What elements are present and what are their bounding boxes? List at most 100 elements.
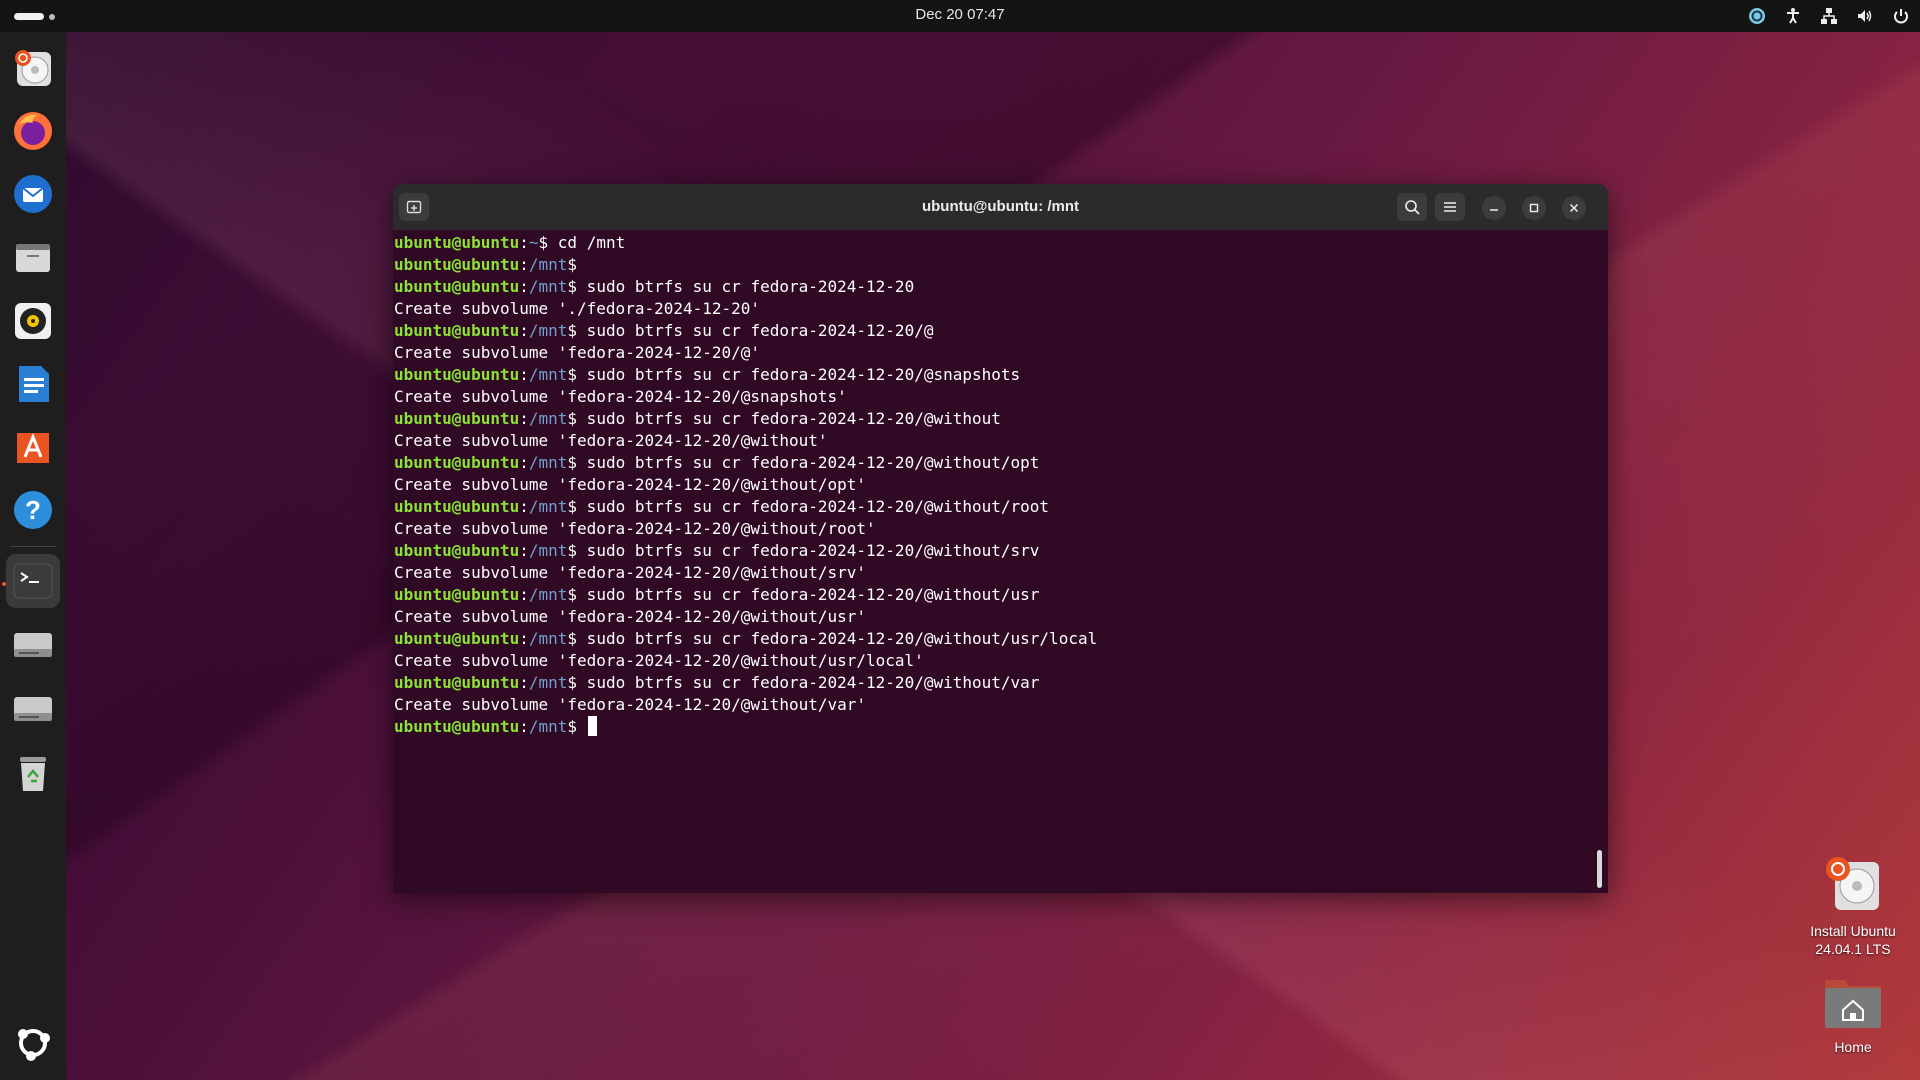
prompt-path: /mnt (528, 717, 568, 736)
terminal-output-line: Create subvolume 'fedora-2024-12-20/@wit… (394, 563, 867, 582)
prompt-path: /mnt (528, 497, 568, 516)
command-text: sudo btrfs su cr fedora-2024-12-20 (577, 277, 915, 296)
libreoffice-writer-icon[interactable] (6, 357, 60, 411)
terminal-prompt-line: ubuntu@ubuntu:/mnt$ (394, 255, 578, 274)
ubuntu-update-icon[interactable] (1748, 7, 1766, 25)
help-icon[interactable]: ? (6, 483, 60, 537)
dock: ? (0, 32, 66, 1080)
menu-button[interactable] (1435, 193, 1465, 221)
search-button[interactable] (1397, 193, 1427, 221)
command-text: sudo btrfs su cr fedora-2024-12-20/@snap… (577, 365, 1021, 384)
install-ubuntu-dock-icon[interactable] (6, 41, 60, 95)
show-apps-icon[interactable] (6, 1016, 60, 1070)
prompt-path: /mnt (528, 409, 568, 428)
hamburger-icon (1444, 202, 1456, 212)
terminal-prompt-line: ubuntu@ubuntu:/mnt$ sudo btrfs su cr fed… (394, 629, 1098, 648)
volume-icon[interactable] (1856, 7, 1874, 25)
app-center-icon[interactable] (6, 420, 60, 474)
terminal-output-line: Create subvolume 'fedora-2024-12-20/@' (394, 343, 761, 362)
terminal-prompt-line: ubuntu@ubuntu:/mnt$ sudo btrfs su cr fed… (394, 453, 1040, 472)
command-text: cd /mnt (548, 233, 626, 252)
firefox-icon[interactable] (6, 104, 60, 158)
files-icon[interactable] (6, 230, 60, 284)
prompt-user: ubuntu@ubuntu (394, 497, 520, 516)
terminal-prompt-line: ubuntu@ubuntu:/mnt$ sudo btrfs su cr fed… (394, 541, 1040, 560)
rhythmbox-icon[interactable] (6, 294, 60, 348)
terminal-prompt-line: ubuntu@ubuntu:/mnt$ sudo btrfs su cr fed… (394, 497, 1050, 516)
install-ubuntu-icon (1821, 852, 1885, 916)
desktop-install-ubuntu[interactable]: Install Ubuntu 24.04.1 LTS (1793, 852, 1913, 958)
prompt-user: ubuntu@ubuntu (394, 717, 520, 736)
window-titlebar[interactable]: ubuntu@ubuntu: /mnt (393, 184, 1608, 230)
terminal-output-line: Create subvolume './fedora-2024-12-20' (394, 299, 761, 318)
terminal-output-line: Create subvolume 'fedora-2024-12-20/@wit… (394, 431, 828, 450)
prompt-user: ubuntu@ubuntu (394, 277, 520, 296)
drive-icon[interactable] (6, 682, 60, 736)
trash-icon[interactable] (6, 746, 60, 800)
prompt-path: /mnt (528, 277, 568, 296)
thunderbird-icon[interactable] (6, 167, 60, 221)
maximize-icon (1529, 203, 1539, 213)
terminal-icon[interactable] (6, 554, 60, 608)
prompt-user: ubuntu@ubuntu (394, 629, 520, 648)
prompt-path: ~ (528, 233, 539, 252)
minimize-icon (1490, 209, 1498, 211)
terminal-prompt-line: ubuntu@ubuntu:/mnt$ sudo btrfs su cr fed… (394, 673, 1040, 692)
prompt-user: ubuntu@ubuntu (394, 255, 520, 274)
prompt-user: ubuntu@ubuntu (394, 233, 520, 252)
prompt-user: ubuntu@ubuntu (394, 409, 520, 428)
terminal-prompt-line: ubuntu@ubuntu:~$ cd /mnt (394, 233, 626, 252)
prompt-user: ubuntu@ubuntu (394, 365, 520, 384)
command-text: sudo btrfs su cr fedora-2024-12-20/@with… (577, 585, 1040, 604)
prompt-user: ubuntu@ubuntu (394, 453, 520, 472)
terminal-window[interactable]: ubuntu@ubuntu: /mnt ubuntu@ubuntu:~$ cd … (393, 184, 1608, 893)
prompt-user: ubuntu@ubuntu (394, 585, 520, 604)
top-bar: Dec 20 07:47 (0, 0, 1920, 32)
terminal-prompt-line: ubuntu@ubuntu:/mnt$ sudo btrfs su cr fed… (394, 365, 1021, 384)
minimize-button[interactable] (1482, 196, 1506, 220)
accessibility-icon[interactable] (1784, 7, 1802, 25)
prompt-user: ubuntu@ubuntu (394, 541, 520, 560)
prompt-path: /mnt (528, 541, 568, 560)
install-ubuntu-label: Install Ubuntu (1810, 923, 1896, 939)
terminal-output-line: Create subvolume 'fedora-2024-12-20/@wit… (394, 607, 867, 626)
terminal-output-line: Create subvolume 'fedora-2024-12-20/@sna… (394, 387, 847, 406)
terminal-prompt-line: ubuntu@ubuntu:/mnt$ sudo btrfs su cr fed… (394, 277, 915, 296)
command-text: sudo btrfs su cr fedora-2024-12-20/@with… (577, 453, 1040, 472)
terminal-output-line: Create subvolume 'fedora-2024-12-20/@wit… (394, 475, 867, 494)
terminal-prompt-line: ubuntu@ubuntu:/mnt$ sudo btrfs su cr fed… (394, 321, 934, 340)
maximize-button[interactable] (1522, 196, 1546, 220)
prompt-path: /mnt (528, 321, 568, 340)
command-text: sudo btrfs su cr fedora-2024-12-20/@with… (577, 541, 1040, 560)
prompt-path: /mnt (528, 255, 568, 274)
prompt-path: /mnt (528, 585, 568, 604)
home-folder-icon (1821, 974, 1885, 1032)
home-label: Home (1834, 1039, 1872, 1055)
terminal-output[interactable]: ubuntu@ubuntu:~$ cd /mnt ubuntu@ubuntu:/m… (394, 232, 1598, 738)
power-icon[interactable] (1892, 7, 1910, 25)
network-icon[interactable] (1820, 7, 1838, 25)
command-text: sudo btrfs su cr fedora-2024-12-20/@with… (577, 673, 1040, 692)
terminal-output-line: Create subvolume 'fedora-2024-12-20/@wit… (394, 695, 867, 714)
terminal-scrollbar[interactable] (1597, 850, 1602, 888)
prompt-path: /mnt (528, 453, 568, 472)
command-text: sudo btrfs su cr fedora-2024-12-20/@with… (577, 497, 1050, 516)
prompt-path: /mnt (528, 365, 568, 384)
prompt-path: /mnt (528, 629, 568, 648)
prompt-user: ubuntu@ubuntu (394, 321, 520, 340)
svg-text:?: ? (25, 495, 41, 525)
command-text (577, 717, 587, 736)
clock[interactable]: Dec 20 07:47 (0, 0, 1920, 32)
system-tray[interactable] (1748, 0, 1910, 32)
close-button[interactable] (1562, 196, 1586, 220)
close-icon (1569, 203, 1579, 213)
desktop-home[interactable]: Home (1793, 974, 1913, 1056)
prompt-path: /mnt (528, 673, 568, 692)
command-text: sudo btrfs su cr fedora-2024-12-20/@with… (577, 629, 1098, 648)
drive-icon[interactable] (6, 618, 60, 672)
terminal-prompt-line: ubuntu@ubuntu:/mnt$ sudo btrfs su cr fed… (394, 585, 1040, 604)
text-cursor (587, 716, 597, 736)
install-ubuntu-version: 24.04.1 LTS (1815, 941, 1891, 957)
terminal-prompt-line: ubuntu@ubuntu:/mnt$ (394, 716, 1598, 738)
terminal-output-line: Create subvolume 'fedora-2024-12-20/@wit… (394, 519, 876, 538)
